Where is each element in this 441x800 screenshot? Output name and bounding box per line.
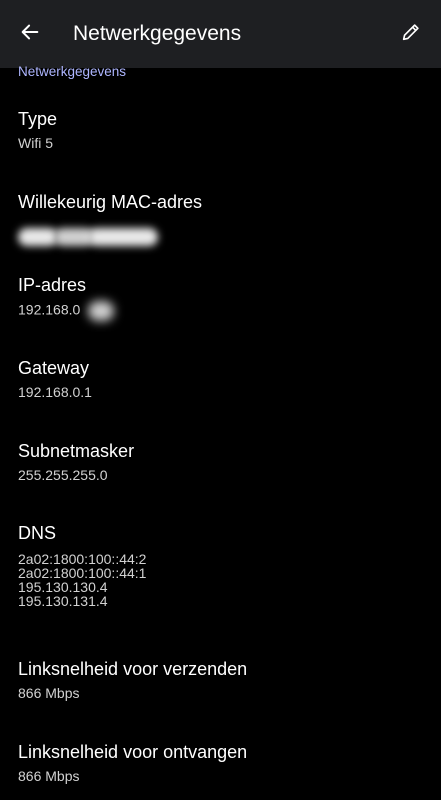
detail-subnet-mask: Subnetmasker 255.255.255.0: [18, 439, 428, 483]
subnet-mask-value: 255.255.255.0: [18, 467, 108, 483]
rx-link-speed-value: 866 Mbps: [18, 768, 80, 784]
ip-address-value: 192.168.0: [18, 301, 81, 318]
detail-rx-link-speed: Linksnelheid voor ontvangen 866 Mbps: [18, 740, 428, 784]
section-header: Netwerkgegevens: [18, 64, 127, 79]
type-value: Wifi 5: [18, 135, 53, 151]
gateway-value: 192.168.0.1: [18, 384, 92, 400]
mac-address-redacted: [18, 224, 168, 250]
gateway-label: Gateway: [18, 358, 90, 378]
detail-mac-address: Willekeurig MAC-adres: [18, 190, 428, 250]
dns-value: 2a02:1800:100::44:1: [18, 565, 147, 581]
page-title: Netwerkgegevens: [73, 22, 242, 45]
mac-address-label: Willekeurig MAC-adres: [18, 192, 203, 212]
dns-values: 2a02:1800:100::44:2 2a02:1800:100::44:1 …: [18, 552, 428, 608]
pencil-icon: [402, 24, 419, 41]
ip-address-label: IP-adres: [18, 275, 87, 295]
rx-link-speed-label: Linksnelheid voor ontvangen: [18, 742, 248, 762]
tx-link-speed-label: Linksnelheid voor verzenden: [18, 659, 248, 679]
edit-button[interactable]: [393, 14, 429, 50]
ip-address-value-row: 192.168.0: [18, 301, 428, 321]
dns-value: 2a02:1800:100::44:2: [18, 551, 147, 567]
dns-value: 195.130.131.4: [18, 593, 108, 609]
back-button[interactable]: [12, 14, 48, 50]
detail-ip-address: IP-adres 192.168.0: [18, 273, 428, 321]
app-bar: Netwerkgegevens: [0, 0, 441, 68]
detail-gateway: Gateway 192.168.0.1: [18, 356, 428, 400]
type-label: Type: [18, 109, 58, 129]
detail-tx-link-speed: Linksnelheid voor verzenden 866 Mbps: [18, 657, 428, 701]
arrow-left-icon: [21, 24, 39, 40]
subnet-mask-label: Subnetmasker: [18, 441, 135, 461]
dns-label: DNS: [18, 523, 57, 543]
detail-dns: DNS 2a02:1800:100::44:2 2a02:1800:100::4…: [18, 521, 428, 608]
ip-address-redacted: [88, 301, 115, 321]
detail-type: Type Wifi 5: [18, 107, 428, 151]
dns-value: 195.130.130.4: [18, 579, 108, 595]
tx-link-speed-value: 866 Mbps: [18, 685, 80, 701]
